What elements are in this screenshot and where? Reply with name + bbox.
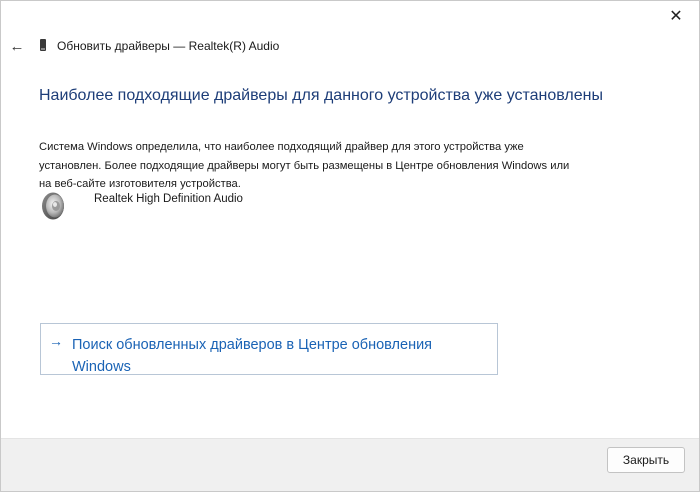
arrow-right-icon: → [49,333,63,349]
back-arrow-icon: ← [9,37,25,55]
device-name: Realtek High Definition Audio [94,193,243,205]
search-windows-update-link[interactable]: → Поиск обновленных драйверов в Центре о… [40,323,498,375]
update-drivers-dialog: ✕ ← Обновить драйверы — Realtek(R) Audio… [0,0,700,492]
dialog-footer: Закрыть [1,438,699,491]
search-link-label: Поиск обновленных драйверов в Центре обн… [72,337,433,375]
close-button[interactable]: Закрыть [607,447,685,473]
back-button[interactable]: ← [7,35,27,57]
result-description: Система Windows определила, что наиболее… [39,141,570,190]
close-window-button[interactable]: ✕ [653,1,699,31]
dialog-header: ← Обновить драйверы — Realtek(R) Audio [1,31,699,63]
result-heading: Наиболее подходящие драйверы для данного… [39,87,603,104]
device-icon [40,39,46,51]
close-icon: ✕ [669,8,683,25]
dialog-title: Обновить драйверы — Realtek(R) Audio [57,39,280,53]
speaker-icon [42,192,64,220]
